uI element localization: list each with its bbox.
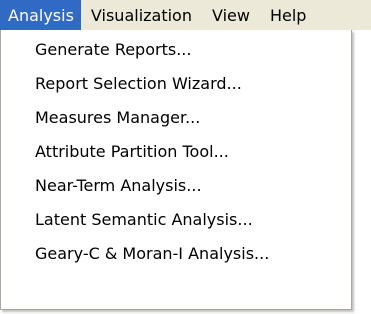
menu-item-near-term-analysis[interactable]: Near-Term Analysis... (1, 169, 351, 203)
menu-bar: Analysis Visualization View Help (0, 0, 371, 30)
menu-view[interactable]: View (202, 0, 260, 30)
menu-item-report-selection-wizard[interactable]: Report Selection Wizard... (1, 67, 351, 101)
menu-item-attribute-partition-tool[interactable]: Attribute Partition Tool... (1, 135, 351, 169)
dropdown-item-list: Generate Reports... Report Selection Wiz… (1, 30, 351, 271)
analysis-dropdown-menu: Generate Reports... Report Selection Wiz… (0, 30, 352, 310)
menu-item-latent-semantic-analysis[interactable]: Latent Semantic Analysis... (1, 203, 351, 237)
menu-item-geary-c-moran-i-analysis[interactable]: Geary-C & Moran-I Analysis... (1, 237, 351, 271)
menu-help[interactable]: Help (260, 0, 316, 30)
menu-visualization[interactable]: Visualization (81, 0, 202, 30)
menu-item-generate-reports[interactable]: Generate Reports... (1, 33, 351, 67)
menu-analysis[interactable]: Analysis (0, 0, 81, 30)
menu-item-measures-manager[interactable]: Measures Manager... (1, 101, 351, 135)
application-window: Analysis Visualization View Help Generat… (0, 0, 371, 314)
